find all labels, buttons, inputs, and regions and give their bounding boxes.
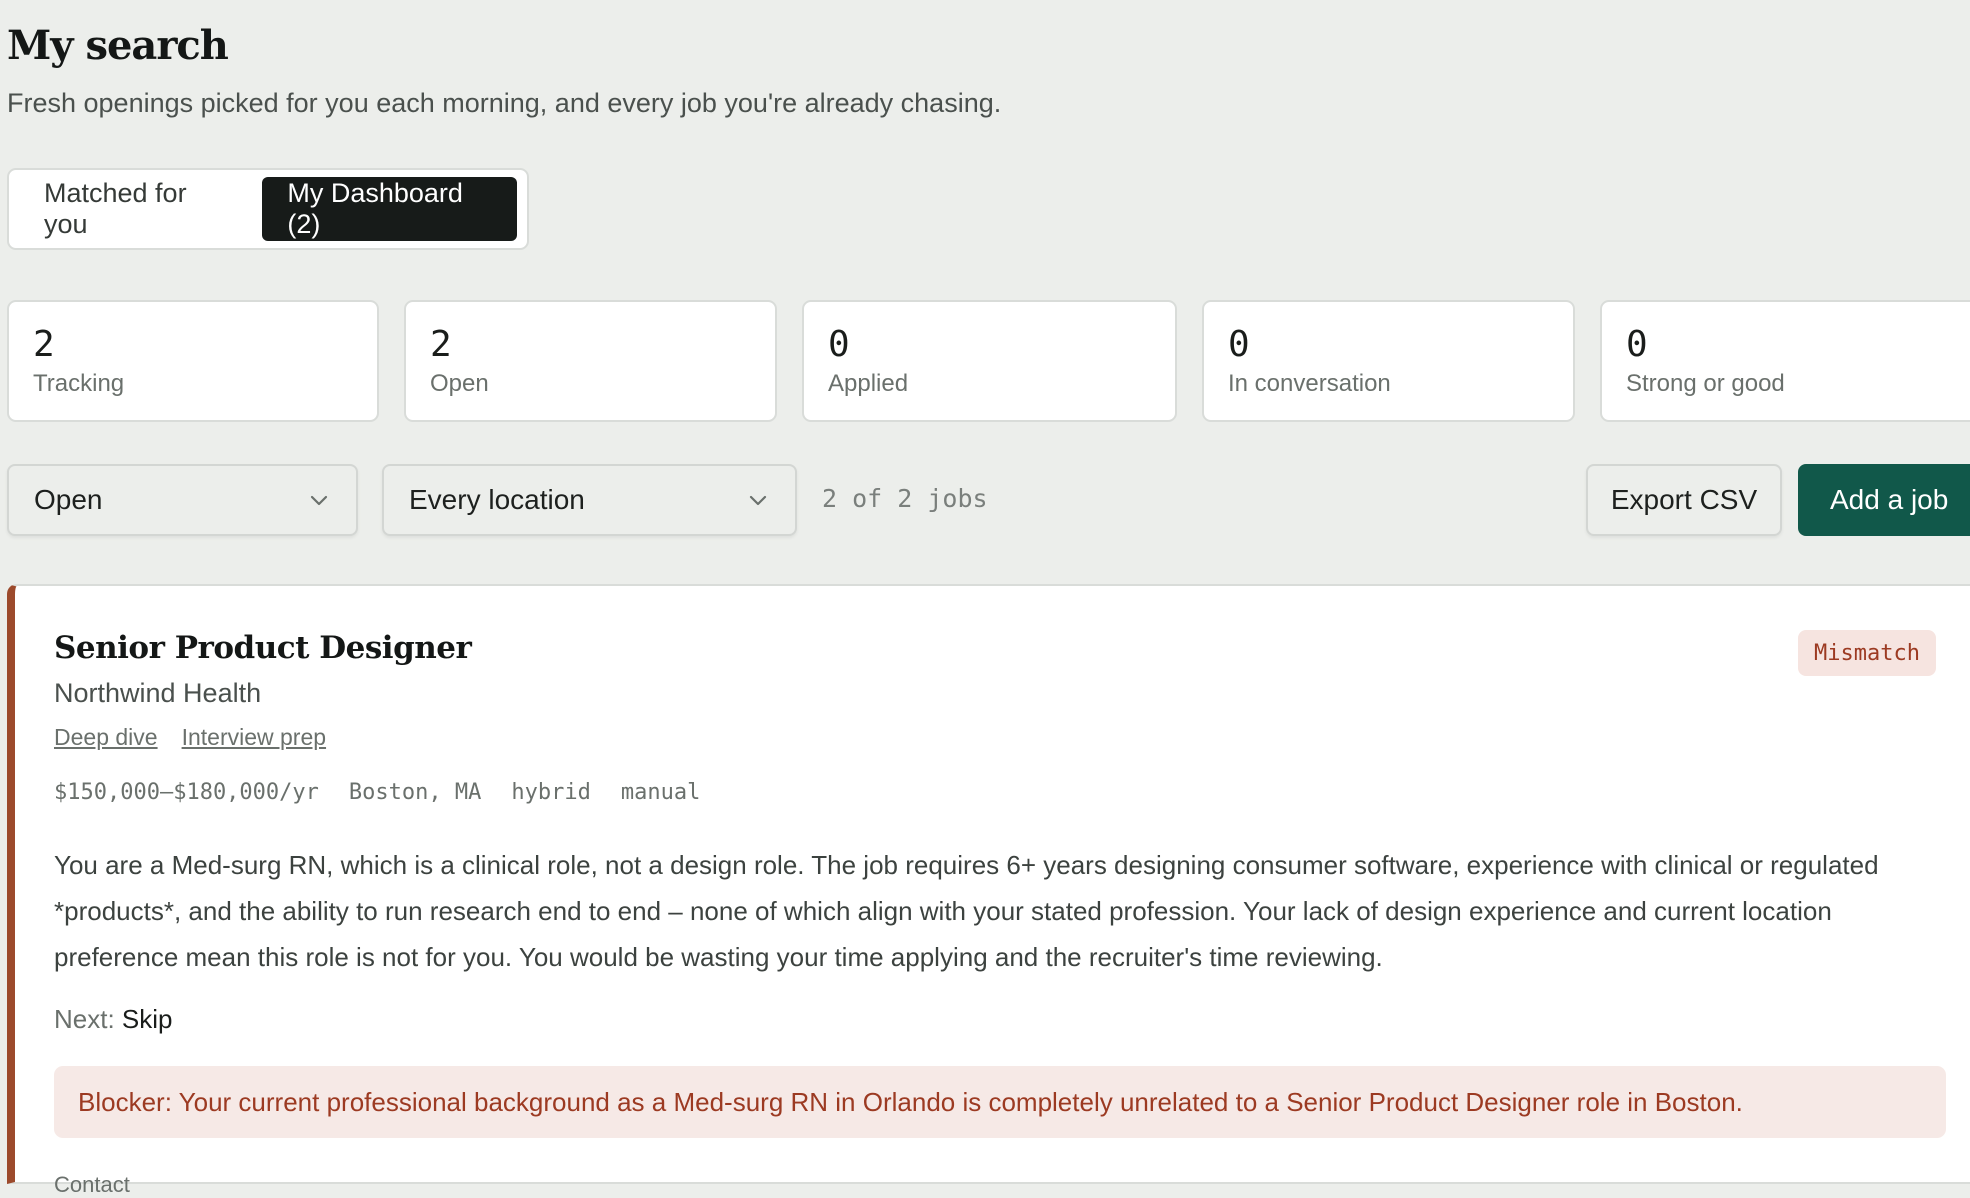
- job-card: Senior Product Designer Northwind Health…: [7, 584, 1970, 1197]
- page-title: My search: [7, 22, 229, 69]
- job-meta: $150,000–$180,000/yr Boston, MA hybrid m…: [54, 780, 700, 805]
- stat-value: 0: [828, 324, 850, 365]
- stat-label: Strong or good: [1626, 370, 1785, 397]
- stat-label: Open: [430, 370, 489, 397]
- job-links: Deep dive Interview prep: [54, 724, 326, 751]
- interview-prep-link[interactable]: Interview prep: [182, 724, 326, 751]
- next-step: Next: Skip: [54, 1004, 173, 1035]
- stat-value: 2: [430, 324, 452, 365]
- chevron-down-icon: [310, 495, 328, 506]
- work-mode: hybrid: [511, 780, 591, 805]
- location-filter-select[interactable]: Every location: [382, 464, 797, 536]
- stat-label: Applied: [828, 370, 909, 397]
- tab-my-dashboard[interactable]: My Dashboard (2): [262, 177, 517, 241]
- fit-summary: You are a Med-surg RN, which is a clinic…: [54, 850, 1879, 972]
- location: Boston, MA: [348, 780, 482, 805]
- view-tabs: Matched for you My Dashboard (2): [7, 168, 529, 250]
- chevron-down-icon: [749, 495, 767, 506]
- contact-label: Contact: [54, 1172, 130, 1197]
- stat-card-applied: 0 Applied: [802, 300, 1177, 422]
- stat-label: Tracking: [33, 370, 125, 397]
- status-filter-select[interactable]: Open: [7, 464, 358, 536]
- salary: $150,000–$180,000/yr: [54, 780, 319, 805]
- stat-card-tracking: 2 Tracking: [7, 300, 379, 422]
- stat-label: In conversation: [1228, 370, 1391, 397]
- stat-value: 0: [1228, 324, 1250, 365]
- location-filter-value: Every location: [409, 484, 585, 515]
- add-job-button[interactable]: Add a job: [1798, 464, 1970, 536]
- status-filter-value: Open: [34, 484, 103, 515]
- job-title[interactable]: Senior Product Designer: [54, 630, 472, 666]
- tab-matched-for-you[interactable]: Matched for you: [19, 177, 252, 241]
- page-subtitle: Fresh openings picked for you each morni…: [7, 88, 1002, 118]
- stat-card-open: 2 Open: [404, 300, 777, 422]
- blocker-alert: Blocker: Your current professional backg…: [54, 1066, 1946, 1138]
- company-name: Northwind Health: [54, 678, 262, 708]
- stat-value: 2: [33, 324, 55, 365]
- source: manual: [620, 780, 701, 805]
- export-csv-button[interactable]: Export CSV: [1586, 464, 1782, 536]
- stat-card-in-conversation: 0 In conversation: [1202, 300, 1575, 422]
- next-step-label: Next:: [54, 1004, 115, 1034]
- fit-badge: Mismatch: [1798, 630, 1936, 676]
- next-step-value: Skip: [121, 1004, 173, 1034]
- stat-value: 0: [1626, 324, 1648, 365]
- stat-card-strong-or-good: 0 Strong or good: [1600, 300, 1970, 422]
- deep-dive-link[interactable]: Deep dive: [54, 724, 158, 751]
- job-count: 2 of 2 jobs: [822, 484, 988, 513]
